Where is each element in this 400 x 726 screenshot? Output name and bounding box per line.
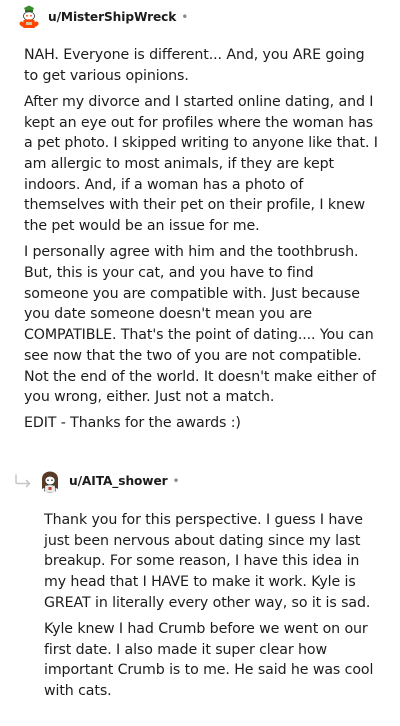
reply-arrow-icon — [15, 474, 31, 488]
comment-paragraph: NAH. Everyone is different... And, you A… — [24, 47, 365, 84]
comment-header: u/MisterShipWreck • — [17, 5, 188, 29]
comment-paragraph: Kyle knew I had Crumb before we went on … — [44, 621, 374, 700]
separator-dot: • — [172, 474, 180, 488]
comment-paragraph: After my divorce and I started online da… — [24, 93, 378, 235]
reddit-snoo-avatar-icon — [17, 5, 41, 29]
username[interactable]: u/AITA_shower — [69, 474, 168, 488]
comment-paragraph: EDIT - Thanks for the awards :) — [24, 415, 241, 432]
comment-paragraph: Thank you for this perspective. I guess … — [44, 512, 371, 611]
comment-body: NAH. Everyone is different... And, you A… — [24, 45, 380, 440]
avatar[interactable] — [17, 5, 41, 29]
username[interactable]: u/MisterShipWreck — [48, 10, 176, 24]
reddit-snoo-avatar-icon — [38, 469, 62, 493]
comment-body: Thank you for this perspective. I guess … — [44, 510, 380, 707]
comment-header: u/AITA_shower • — [38, 469, 180, 493]
avatar[interactable] — [38, 469, 62, 493]
separator-dot: • — [181, 10, 189, 24]
comment-paragraph: I personally agree with him and the toot… — [24, 244, 376, 406]
